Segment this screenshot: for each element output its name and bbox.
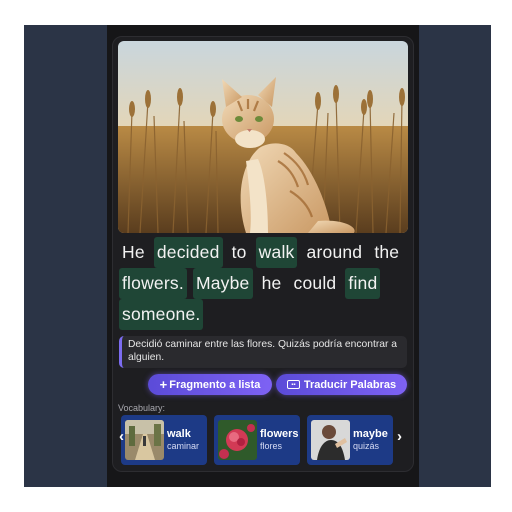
path-photo-icon <box>125 420 164 460</box>
word-walk[interactable]: walk <box>255 237 298 268</box>
word-around[interactable]: around <box>304 237 366 268</box>
translation-box: Decidió caminar entre las flores. Quizás… <box>119 336 407 368</box>
vocab-card-walk[interactable]: walk caminar <box>121 415 207 465</box>
word-the[interactable]: the <box>371 237 402 268</box>
word-flowers[interactable]: flowers. <box>119 268 187 299</box>
word-could[interactable]: could <box>291 268 340 299</box>
story-sentence: He decided to walk around the flowers. M… <box>119 237 411 330</box>
translate-words-label: Traducir Palabras <box>303 378 397 391</box>
word-maybe[interactable]: Maybe <box>192 268 253 299</box>
vocab-card-flowers[interactable]: flowers flores <box>214 415 300 465</box>
word-someone[interactable]: someone. <box>119 299 204 330</box>
vocab-card-maybe[interactable]: maybe quizás <box>307 415 393 465</box>
vocab-translation: caminar <box>167 441 200 451</box>
vocab-translation: flores <box>260 441 283 451</box>
chevron-right-icon[interactable]: › <box>397 428 402 445</box>
vocabulary-carousel: walk caminar flowers flores maybe quizás… <box>118 415 410 467</box>
vocab-word: walk <box>167 428 191 440</box>
add-fragment-button[interactable]: + Fragmento a lista <box>148 374 272 395</box>
word-he[interactable]: He <box>119 237 148 268</box>
vocab-translation: quizás <box>353 441 380 451</box>
vocabulary-label: Vocabulary: <box>118 403 166 413</box>
chevron-left-icon[interactable]: ‹ <box>119 428 124 445</box>
word-find[interactable]: find <box>345 268 381 299</box>
word-decided[interactable]: decided <box>153 237 223 268</box>
add-fragment-label: Fragmento a lista <box>169 378 261 391</box>
plus-icon: + <box>159 377 168 392</box>
word-to[interactable]: to <box>229 237 250 268</box>
word-he-2[interactable]: he <box>259 268 285 299</box>
translate-words-button[interactable]: ▪▪ Traducir Palabras <box>276 374 407 395</box>
subtitles-icon: ▪▪ <box>286 380 300 389</box>
person-photo-icon <box>311 420 350 460</box>
cat-field-image <box>118 41 408 233</box>
lesson-card: He decided to walk around the flowers. M… <box>112 36 414 472</box>
vocab-word: flowers <box>260 428 299 440</box>
flower-photo-icon <box>218 420 257 460</box>
vocab-word: maybe <box>353 428 388 440</box>
